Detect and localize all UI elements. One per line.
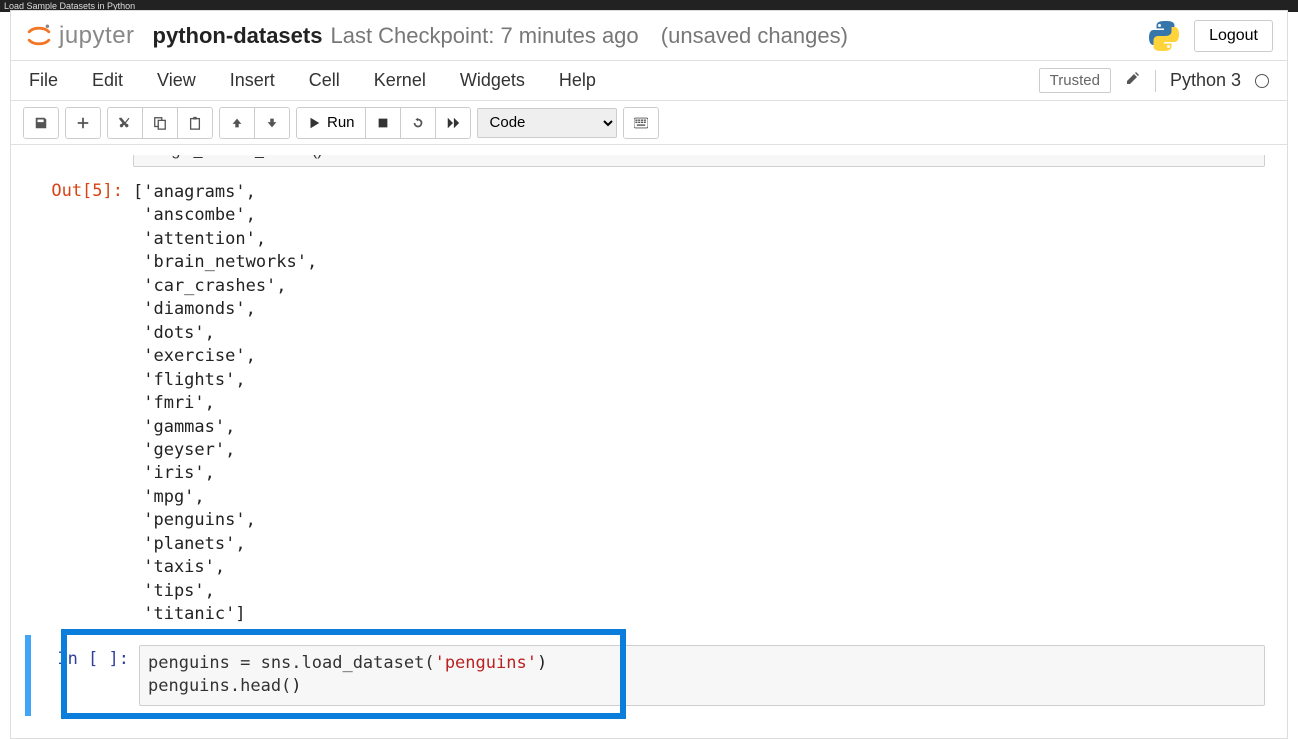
jupyter-logo[interactable]: jupyter <box>25 22 135 50</box>
in-prompt: In [ ]: <box>39 645 139 706</box>
notebook-area[interactable]: sns.get_dataset_names() Out[5]: ['anagra… <box>11 155 1287 738</box>
menu-cell[interactable]: Cell <box>309 70 340 91</box>
separator <box>1155 70 1156 92</box>
restart-button[interactable] <box>401 108 436 138</box>
menu-insert[interactable]: Insert <box>230 70 275 91</box>
logout-button[interactable]: Logout <box>1194 20 1273 52</box>
menu-edit[interactable]: Edit <box>92 70 123 91</box>
output-text: ['anagrams', 'anscombe', 'attention', 'b… <box>133 177 1265 631</box>
cell-type-select[interactable]: Code <box>477 108 617 138</box>
copy-button[interactable] <box>143 108 178 138</box>
run-button[interactable]: Run <box>297 108 366 138</box>
add-cell-button[interactable] <box>66 108 100 138</box>
jupyter-logo-text: jupyter <box>59 22 135 50</box>
edit-icon[interactable] <box>1125 70 1141 91</box>
notebook-page: jupyter python-datasets Last Checkpoint:… <box>10 10 1288 739</box>
run-label: Run <box>327 114 355 131</box>
header: jupyter python-datasets Last Checkpoint:… <box>11 11 1287 61</box>
kernel-name[interactable]: Python 3 <box>1170 70 1241 91</box>
interrupt-button[interactable] <box>366 108 401 138</box>
notebook-name[interactable]: python-datasets <box>153 23 323 49</box>
code-input-partial[interactable]: sns.get_dataset_names() <box>133 155 1265 167</box>
jupyter-logo-icon <box>25 22 53 50</box>
paste-button[interactable] <box>178 108 212 138</box>
toolbar: Run Code <box>11 101 1287 145</box>
unsaved-text: (unsaved changes) <box>661 23 848 49</box>
menu-view[interactable]: View <box>157 70 196 91</box>
out-prompt: Out[5]: <box>33 177 133 631</box>
menu-widgets[interactable]: Widgets <box>460 70 525 91</box>
code-input[interactable]: penguins = sns.load_dataset('penguins') … <box>139 645 1265 706</box>
command-palette-button[interactable] <box>624 108 658 138</box>
prompt-placeholder <box>19 155 119 173</box>
notebook-title-block: python-datasets Last Checkpoint: 7 minut… <box>153 23 848 49</box>
menubar: File Edit View Insert Cell Kernel Widget… <box>11 61 1287 101</box>
menu-help[interactable]: Help <box>559 70 596 91</box>
python-logo-icon <box>1146 18 1182 54</box>
menu-kernel[interactable]: Kernel <box>374 70 426 91</box>
menu-file[interactable]: File <box>29 70 58 91</box>
save-button[interactable] <box>24 108 58 138</box>
checkpoint-text: Last Checkpoint: 7 minutes ago <box>330 23 638 49</box>
restart-run-all-button[interactable] <box>436 108 470 138</box>
move-up-button[interactable] <box>220 108 255 138</box>
cut-button[interactable] <box>108 108 143 138</box>
kernel-idle-icon[interactable] <box>1255 74 1269 88</box>
move-down-button[interactable] <box>255 108 289 138</box>
input-cell-selected[interactable]: In [ ]: penguins = sns.load_dataset('pen… <box>25 635 1273 716</box>
trusted-indicator[interactable]: Trusted <box>1039 68 1111 93</box>
output-cell: Out[5]: ['anagrams', 'anscombe', 'attent… <box>25 173 1273 635</box>
